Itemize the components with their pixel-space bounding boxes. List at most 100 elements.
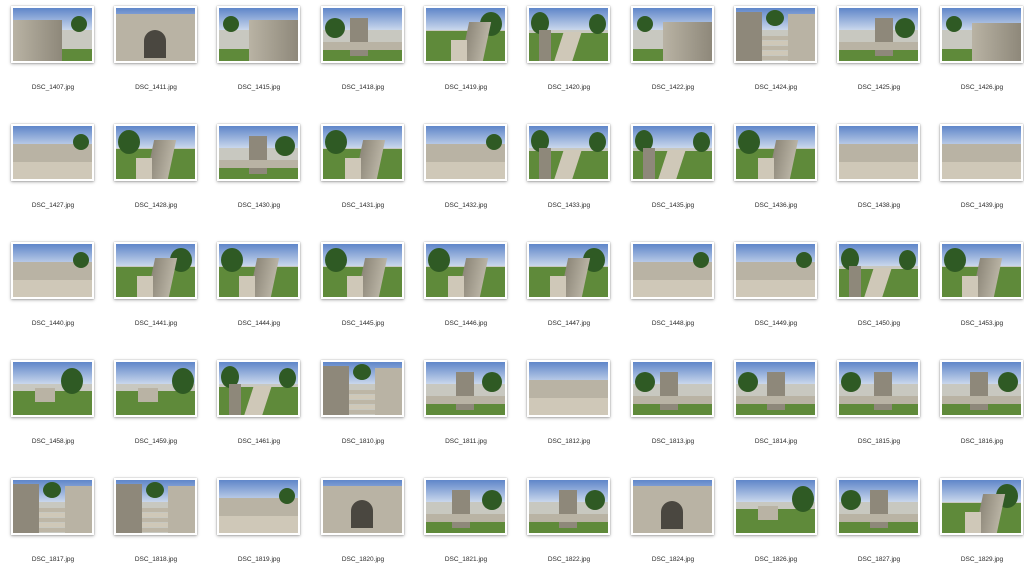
thumbnail-item[interactable]: DSC_1449.jpg [729, 240, 825, 350]
thumbnail-item[interactable]: DSC_1444.jpg [212, 240, 308, 350]
photo-thumbnail[interactable] [217, 242, 300, 299]
photo-thumbnail[interactable] [527, 124, 610, 181]
thumbnail-item[interactable]: DSC_1430.jpg [212, 122, 308, 232]
photo-thumbnail[interactable] [11, 124, 94, 181]
photo-thumbnail[interactable] [527, 242, 610, 299]
photo-thumbnail[interactable] [321, 360, 404, 417]
thumbnail-item[interactable]: DSC_1435.jpg [626, 122, 722, 232]
photo-thumbnail[interactable] [114, 6, 197, 63]
thumbnail-item[interactable]: DSC_1431.jpg [316, 122, 412, 232]
photo-thumbnail[interactable] [631, 478, 714, 535]
thumbnail-item[interactable]: DSC_1453.jpg [935, 240, 1024, 350]
photo-thumbnail[interactable] [424, 6, 507, 63]
thumbnail-item[interactable]: DSC_1812.jpg [522, 358, 618, 468]
thumbnail-item[interactable]: DSC_1418.jpg [316, 4, 412, 114]
thumbnail-item[interactable]: DSC_1439.jpg [935, 122, 1024, 232]
thumbnail-item[interactable]: DSC_1425.jpg [832, 4, 928, 114]
photo-thumbnail[interactable] [734, 360, 817, 417]
thumbnail-item[interactable]: DSC_1815.jpg [832, 358, 928, 468]
photo-thumbnail[interactable] [527, 478, 610, 535]
thumbnail-item[interactable]: DSC_1816.jpg [935, 358, 1024, 468]
thumbnail-item[interactable]: DSC_1445.jpg [316, 240, 412, 350]
photo-thumbnail[interactable] [631, 6, 714, 63]
thumbnail-item[interactable]: DSC_1810.jpg [316, 358, 412, 468]
photo-thumbnail[interactable] [734, 6, 817, 63]
thumbnail-item[interactable]: DSC_1819.jpg [212, 476, 308, 586]
thumbnail-item[interactable]: DSC_1822.jpg [522, 476, 618, 586]
photo-thumbnail[interactable] [321, 6, 404, 63]
thumbnail-item[interactable]: DSC_1441.jpg [109, 240, 205, 350]
thumbnail-item[interactable]: DSC_1824.jpg [626, 476, 722, 586]
photo-thumbnail[interactable] [734, 242, 817, 299]
photo-thumbnail[interactable] [114, 124, 197, 181]
photo-thumbnail[interactable] [217, 124, 300, 181]
photo-thumbnail[interactable] [940, 360, 1023, 417]
photo-thumbnail[interactable] [837, 6, 920, 63]
thumbnail-item[interactable]: DSC_1432.jpg [419, 122, 515, 232]
thumbnail-item[interactable]: DSC_1419.jpg [419, 4, 515, 114]
photo-thumbnail[interactable] [11, 242, 94, 299]
thumbnail-item[interactable]: DSC_1459.jpg [109, 358, 205, 468]
photo-thumbnail[interactable] [424, 242, 507, 299]
photo-thumbnail[interactable] [631, 242, 714, 299]
photo-thumbnail[interactable] [940, 6, 1023, 63]
photo-thumbnail[interactable] [734, 478, 817, 535]
thumbnail-item[interactable]: DSC_1424.jpg [729, 4, 825, 114]
thumbnail-item[interactable]: DSC_1461.jpg [212, 358, 308, 468]
photo-thumbnail[interactable] [940, 124, 1023, 181]
thumbnail-item[interactable]: DSC_1818.jpg [109, 476, 205, 586]
photo-thumbnail[interactable] [424, 360, 507, 417]
photo-thumbnail[interactable] [114, 478, 197, 535]
thumbnail-item[interactable]: DSC_1426.jpg [935, 4, 1024, 114]
photo-thumbnail[interactable] [527, 360, 610, 417]
thumbnail-item[interactable]: DSC_1420.jpg [522, 4, 618, 114]
thumbnail-item[interactable]: DSC_1814.jpg [729, 358, 825, 468]
photo-thumbnail[interactable] [321, 242, 404, 299]
thumbnail-item[interactable]: DSC_1422.jpg [626, 4, 722, 114]
photo-thumbnail[interactable] [11, 360, 94, 417]
photo-thumbnail[interactable] [321, 478, 404, 535]
thumbnail-item[interactable]: DSC_1407.jpg [6, 4, 102, 114]
photo-thumbnail[interactable] [114, 242, 197, 299]
thumbnail-item[interactable]: DSC_1817.jpg [6, 476, 102, 586]
photo-thumbnail[interactable] [837, 478, 920, 535]
photo-thumbnail[interactable] [837, 360, 920, 417]
photo-thumbnail[interactable] [424, 124, 507, 181]
thumbnail-item[interactable]: DSC_1411.jpg [109, 4, 205, 114]
photo-thumbnail[interactable] [424, 478, 507, 535]
thumbnail-item[interactable]: DSC_1415.jpg [212, 4, 308, 114]
photo-thumbnail[interactable] [321, 124, 404, 181]
thumbnail-item[interactable]: DSC_1821.jpg [419, 476, 515, 586]
photo-thumbnail[interactable] [940, 478, 1023, 535]
photo-thumbnail[interactable] [631, 360, 714, 417]
thumbnail-item[interactable]: DSC_1436.jpg [729, 122, 825, 232]
thumbnail-item[interactable]: DSC_1826.jpg [729, 476, 825, 586]
photo-thumbnail[interactable] [527, 6, 610, 63]
thumbnail-item[interactable]: DSC_1450.jpg [832, 240, 928, 350]
thumbnail-item[interactable]: DSC_1448.jpg [626, 240, 722, 350]
photo-thumbnail[interactable] [940, 242, 1023, 299]
photo-thumbnail[interactable] [217, 6, 300, 63]
thumbnail-item[interactable]: DSC_1438.jpg [832, 122, 928, 232]
thumbnail-item[interactable]: DSC_1458.jpg [6, 358, 102, 468]
thumbnail-item[interactable]: DSC_1811.jpg [419, 358, 515, 468]
thumbnail-item[interactable]: DSC_1440.jpg [6, 240, 102, 350]
photo-thumbnail[interactable] [114, 360, 197, 417]
thumbnail-item[interactable]: DSC_1428.jpg [109, 122, 205, 232]
photo-thumbnail[interactable] [631, 124, 714, 181]
photo-thumbnail[interactable] [837, 124, 920, 181]
thumbnail-item[interactable]: DSC_1820.jpg [316, 476, 412, 586]
thumbnail-item[interactable]: DSC_1829.jpg [935, 476, 1024, 586]
thumbnail-item[interactable]: DSC_1433.jpg [522, 122, 618, 232]
thumbnail-item[interactable]: DSC_1447.jpg [522, 240, 618, 350]
thumbnail-item[interactable]: DSC_1427.jpg [6, 122, 102, 232]
photo-thumbnail[interactable] [837, 242, 920, 299]
photo-thumbnail[interactable] [217, 478, 300, 535]
thumbnail-item[interactable]: DSC_1813.jpg [626, 358, 722, 468]
photo-thumbnail[interactable] [11, 6, 94, 63]
photo-thumbnail[interactable] [217, 360, 300, 417]
photo-thumbnail[interactable] [11, 478, 94, 535]
photo-thumbnail[interactable] [734, 124, 817, 181]
thumbnail-item[interactable]: DSC_1827.jpg [832, 476, 928, 586]
thumbnail-item[interactable]: DSC_1446.jpg [419, 240, 515, 350]
